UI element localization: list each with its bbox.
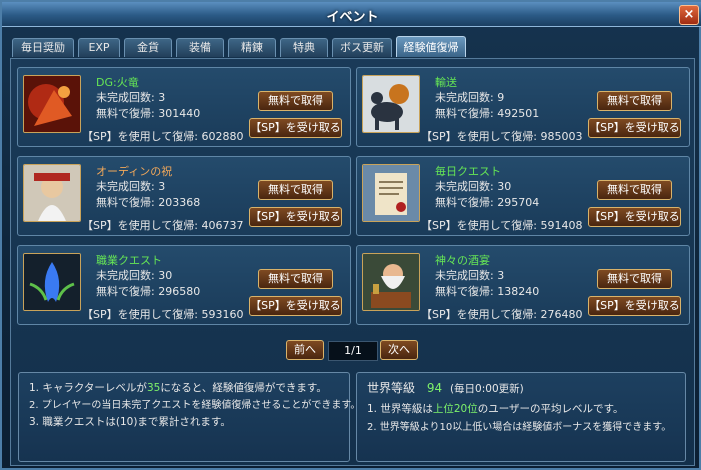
sp-claim-button[interactable]: 【SP】を受け取る: [588, 118, 681, 138]
recovery-card: DG:火竜 未完成回数: 3 無料で復帰: 301440 【SP】を使用して復帰…: [17, 67, 351, 147]
event-window: イベント × 毎日奨励 EXP 金貨 装備 精錬 特典 ボス更新 経験値復帰 D…: [0, 0, 701, 470]
sp-claim-button[interactable]: 【SP】を受け取る: [249, 118, 342, 138]
recovery-card: 神々の酒宴 未完成回数: 3 無料で復帰: 138240 【SP】を使用して復帰…: [356, 245, 690, 325]
sp-recovery-value: 【SP】を使用して復帰: 591408: [421, 219, 583, 232]
free-recovery-value: 無料で復帰: 138240: [435, 285, 540, 298]
free-recovery-value: 無料で復帰: 203368: [96, 196, 201, 209]
rule-line-3: 3. 職業クエストは(10)まで累計されます。: [29, 416, 231, 428]
recovery-card: 毎日クエスト 未完成回数: 30 無料で復帰: 295704 【SP】を使用して…: [356, 156, 690, 236]
tab-daily-reward[interactable]: 毎日奨励: [12, 38, 74, 57]
world-level-update: (毎日0:00更新): [449, 383, 524, 395]
world-level-header: 世界等級 94 (毎日0:00更新): [367, 379, 524, 396]
sp-claim-button[interactable]: 【SP】を受け取る: [249, 207, 342, 227]
sp-claim-button[interactable]: 【SP】を受け取る: [588, 296, 681, 316]
sp-recovery-value: 【SP】を使用して復帰: 276480: [421, 308, 583, 321]
odin-icon: [23, 164, 81, 222]
scroll-icon: [362, 164, 420, 222]
free-recovery-value: 無料で復帰: 296580: [96, 285, 201, 298]
card-name: 職業クエスト: [96, 254, 162, 267]
blue-flame-icon: [23, 253, 81, 311]
remaining-count: 未完成回数: 30: [435, 180, 512, 193]
close-button[interactable]: ×: [679, 5, 699, 25]
sp-claim-button[interactable]: 【SP】を受け取る: [249, 296, 342, 316]
card-name: 神々の酒宴: [435, 254, 490, 267]
card-name: オーディンの祝: [96, 165, 173, 178]
sp-recovery-value: 【SP】を使用して復帰: 593160: [82, 308, 244, 321]
sp-recovery-value: 【SP】を使用して復帰: 406737: [82, 219, 244, 232]
free-recovery-value: 無料で復帰: 492501: [435, 107, 540, 120]
free-claim-button[interactable]: 無料で取得: [258, 180, 333, 200]
remaining-count: 未完成回数: 3: [96, 91, 166, 104]
feast-icon: [362, 253, 420, 311]
free-claim-button[interactable]: 無料で取得: [258, 91, 333, 111]
world-rule-line-1: 1. 世界等級は上位20位のユーザーの平均レベルです。: [367, 403, 624, 415]
remaining-count: 未完成回数: 30: [96, 269, 173, 282]
red-dragon-icon: [23, 75, 81, 133]
rules-panel: 1. キャラクターレベルが35になると、経験値復帰ができます。 2. プレイヤー…: [18, 372, 360, 462]
tab-boss-refresh[interactable]: ボス更新: [332, 38, 392, 57]
world-level-value: 94: [426, 381, 443, 395]
card-name: 毎日クエスト: [435, 165, 501, 178]
title-bar[interactable]: イベント ×: [2, 2, 701, 27]
free-claim-button[interactable]: 無料で取得: [258, 269, 333, 289]
world-rule-line-2: 2. 世界等級より10以上低い場合は経験値ボーナスを獲得できます。: [367, 422, 672, 433]
next-page-button[interactable]: 次へ: [380, 340, 418, 360]
free-recovery-value: 無料で復帰: 295704: [435, 196, 540, 209]
free-claim-button[interactable]: 無料で取得: [597, 180, 672, 200]
remaining-count: 未完成回数: 3: [435, 269, 505, 282]
tab-gold[interactable]: 金貨: [124, 38, 172, 57]
world-level-panel: 世界等級 94 (毎日0:00更新) 1. 世界等級は上位20位のユーザーの平均…: [356, 372, 686, 462]
free-recovery-value: 無料で復帰: 301440: [96, 107, 201, 120]
recovery-card: 輸送 未完成回数: 9 無料で復帰: 492501 【SP】を使用して復帰: 9…: [356, 67, 690, 147]
card-name: 輸送: [435, 76, 457, 89]
recovery-card: オーディンの祝 未完成回数: 3 無料で復帰: 203368 【SP】を使用して…: [17, 156, 351, 236]
remaining-count: 未完成回数: 3: [96, 180, 166, 193]
free-claim-button[interactable]: 無料で取得: [597, 91, 672, 111]
tab-refine[interactable]: 精錬: [228, 38, 276, 57]
free-claim-button[interactable]: 無料で取得: [597, 269, 672, 289]
prev-page-button[interactable]: 前へ: [286, 340, 324, 360]
card-name: DG:火竜: [96, 76, 139, 89]
rule-line-1: 1. キャラクターレベルが35になると、経験値復帰ができます。: [29, 382, 327, 394]
rule-line-2: 2. プレイヤーの当日未完了クエストを経験値復帰させることができます。: [29, 400, 361, 411]
world-level-label: 世界等級: [367, 381, 416, 395]
sp-recovery-value: 【SP】を使用して復帰: 602880: [82, 130, 244, 143]
sp-recovery-value: 【SP】を使用して復帰: 985003: [421, 130, 583, 143]
tab-equipment[interactable]: 装備: [176, 38, 224, 57]
page-indicator: 1/1: [328, 341, 378, 361]
recovery-card: 職業クエスト 未完成回数: 30 無料で復帰: 296580 【SP】を使用して…: [17, 245, 351, 325]
transport-horse-icon: [362, 75, 420, 133]
sp-claim-button[interactable]: 【SP】を受け取る: [588, 207, 681, 227]
window-title: イベント: [326, 10, 379, 25]
tab-exp-recovery[interactable]: 経験値復帰: [396, 36, 466, 57]
tab-exp[interactable]: EXP: [78, 38, 120, 57]
remaining-count: 未完成回数: 9: [435, 91, 505, 104]
tab-bonus[interactable]: 特典: [280, 38, 328, 57]
